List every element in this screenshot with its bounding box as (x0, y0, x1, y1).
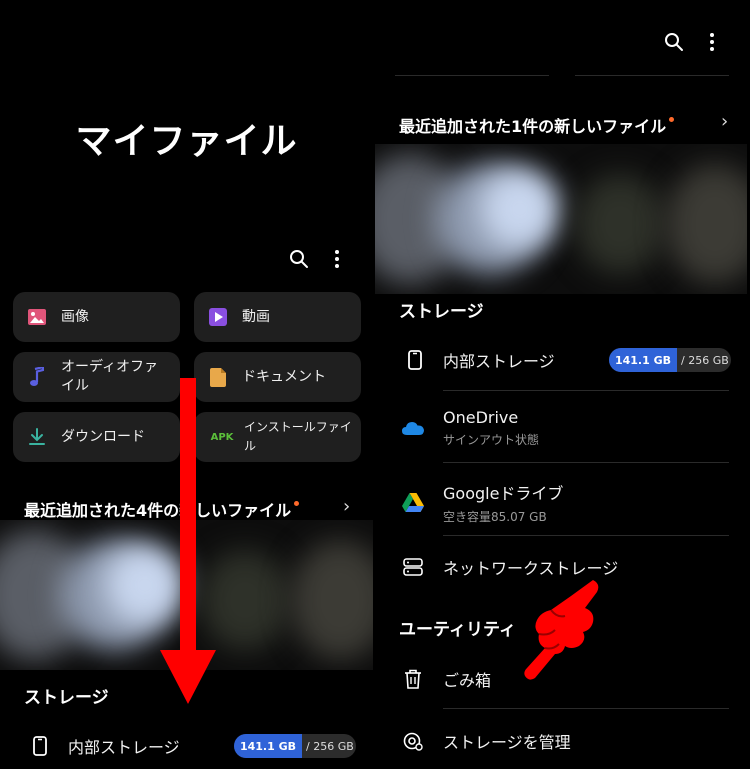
storage-manage-row[interactable]: ストレージを管理 (401, 729, 571, 753)
app-title: マイファイル (75, 121, 298, 162)
internal-storage-row[interactable]: 内部ストレージ (28, 734, 180, 758)
scroll-down-arrow (160, 378, 216, 704)
storage-usage-badge: 141.1 GB/ 256 GB (609, 348, 731, 372)
network-storage-row[interactable]: ネットワークストレージ (401, 555, 618, 579)
storage-label: Googleドライブ (443, 484, 564, 503)
storage-sublabel: 空き容量85.07 GB (443, 510, 547, 524)
category-label: 画像 (61, 308, 89, 325)
storage-label: OneDrive (443, 408, 519, 427)
category-label: ドキュメント (242, 368, 326, 385)
phone-icon (28, 734, 52, 758)
row-divider (443, 462, 729, 463)
search-icon[interactable] (659, 27, 689, 57)
video-icon (208, 307, 228, 327)
google-drive-icon (401, 491, 425, 515)
category-videos[interactable]: 動画 (194, 292, 361, 342)
storage-section-title: ストレージ (399, 302, 484, 322)
category-audio[interactable]: オーディオファイル (13, 352, 180, 402)
storage-label: 内部ストレージ (443, 352, 555, 371)
category-images[interactable]: 画像 (13, 292, 180, 342)
internal-storage-row[interactable]: 内部ストレージ (403, 348, 555, 372)
chevron-right-icon[interactable]: › (343, 496, 350, 517)
storage-usage-badge: 141.1 GB/ 256 GB (234, 734, 356, 758)
storage-label: 内部ストレージ (68, 738, 180, 757)
category-label: オーディオファイル (61, 359, 159, 394)
row-divider (443, 390, 729, 391)
network-storage-icon (401, 555, 425, 579)
category-install-files[interactable]: APK インストールファイル (194, 412, 361, 462)
category-label: ダウンロード (61, 428, 145, 445)
utility-label: ごみ箱 (443, 671, 492, 690)
trash-icon (401, 667, 425, 691)
storage-manage-icon (401, 729, 425, 753)
right-screen: 最近追加された1件の新しいファイル › ストレージ 内部ストレージ 141.1 … (375, 0, 750, 769)
chevron-right-icon[interactable]: › (721, 111, 728, 132)
more-options-icon[interactable] (697, 27, 727, 57)
category-label: 動画 (242, 308, 270, 325)
new-badge-dot (669, 116, 675, 122)
google-drive-row[interactable]: Googleドライブ 空き容量85.07 GB (401, 480, 563, 525)
more-options-icon[interactable] (322, 244, 352, 274)
storage-sublabel: サインアウト状態 (443, 433, 540, 447)
left-screen: マイファイル 画像 動画 オーディオファイル ドキュメント ダウンロード APK… (0, 0, 373, 769)
trash-row[interactable]: ごみ箱 (401, 667, 491, 691)
row-divider (443, 535, 729, 536)
storage-label: ネットワークストレージ (443, 559, 619, 578)
row-divider (443, 708, 729, 709)
phone-icon (403, 348, 427, 372)
category-label: インストールファイル (244, 420, 352, 453)
utility-label: ストレージを管理 (443, 733, 571, 752)
onedrive-row[interactable]: OneDrive サインアウト状態 (401, 408, 539, 448)
category-documents[interactable]: ドキュメント (194, 352, 361, 402)
download-icon (27, 427, 47, 447)
utility-section-title: ユーティリティ (399, 620, 516, 640)
music-note-icon (27, 367, 47, 387)
onedrive-icon (401, 416, 425, 440)
search-icon[interactable] (284, 244, 314, 274)
new-badge-dot (294, 500, 300, 506)
card-edge (575, 75, 729, 76)
recent-files-title[interactable]: 最近追加された1件の新しいファイル (399, 113, 675, 137)
image-icon (27, 307, 47, 327)
pointing-hand-icon (524, 580, 599, 680)
category-downloads[interactable]: ダウンロード (13, 412, 180, 462)
card-edge (395, 75, 549, 76)
storage-section-title: ストレージ (24, 688, 109, 708)
recent-files-thumbnails[interactable] (375, 144, 747, 294)
